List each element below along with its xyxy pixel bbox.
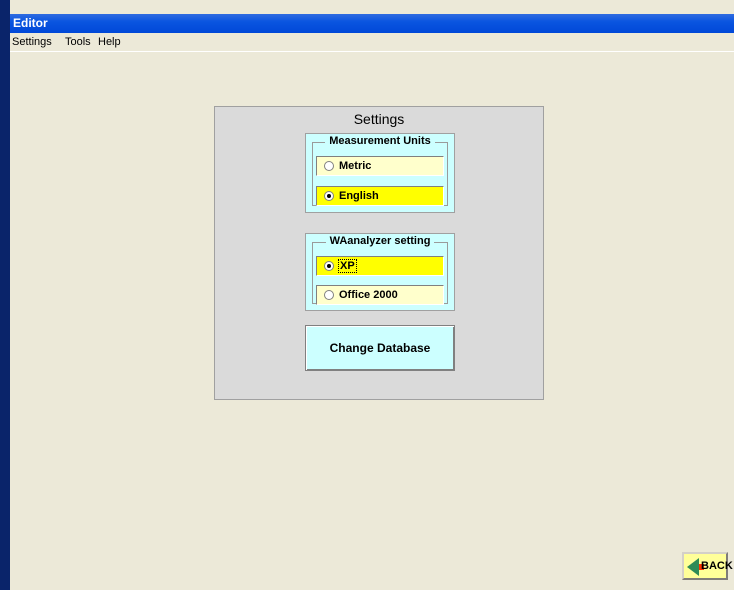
- measurement-units-label-wrap: Measurement Units: [306, 135, 454, 147]
- menu-help[interactable]: Help: [98, 36, 121, 48]
- back-arrow-icon: [687, 558, 704, 576]
- radio-english[interactable]: English: [316, 186, 444, 206]
- window-left-edge: [0, 0, 10, 590]
- menu-settings[interactable]: Settings: [12, 36, 52, 48]
- radio-office-2000-label: Office 2000: [339, 289, 398, 301]
- menu-bar: Settings Tools Help: [10, 33, 734, 52]
- radio-unselected-icon: [324, 290, 334, 300]
- panel-title: Settings: [353, 111, 405, 127]
- measurement-units-label: Measurement Units: [325, 135, 435, 147]
- radio-english-label: English: [339, 190, 379, 202]
- radio-selected-icon: [324, 191, 334, 201]
- back-button[interactable]: BACK: [682, 552, 733, 580]
- measurement-units-group: Measurement Units Metric English: [305, 133, 455, 213]
- back-button-label: BACK: [701, 560, 733, 572]
- window-title: Editor: [13, 16, 48, 30]
- window-titlebar[interactable]: Editor: [10, 14, 734, 33]
- menu-tools[interactable]: Tools: [65, 36, 91, 48]
- radio-office-2000[interactable]: Office 2000: [316, 285, 444, 305]
- analyzer-label-wrap: WAanalyzer setting: [306, 235, 454, 247]
- radio-selected-icon: [324, 261, 334, 271]
- radio-metric[interactable]: Metric: [316, 156, 444, 176]
- analyzer-setting-group: WAanalyzer setting XP Office 2000: [305, 233, 455, 311]
- radio-xp[interactable]: XP: [316, 256, 444, 276]
- radio-metric-label: Metric: [339, 160, 372, 172]
- radio-xp-label: XP: [338, 259, 357, 273]
- change-database-button[interactable]: Change Database: [305, 325, 455, 371]
- analyzer-label: WAanalyzer setting: [325, 235, 435, 247]
- settings-panel: Settings Measurement Units Metric Englis…: [214, 106, 544, 400]
- radio-unselected-icon: [324, 161, 334, 171]
